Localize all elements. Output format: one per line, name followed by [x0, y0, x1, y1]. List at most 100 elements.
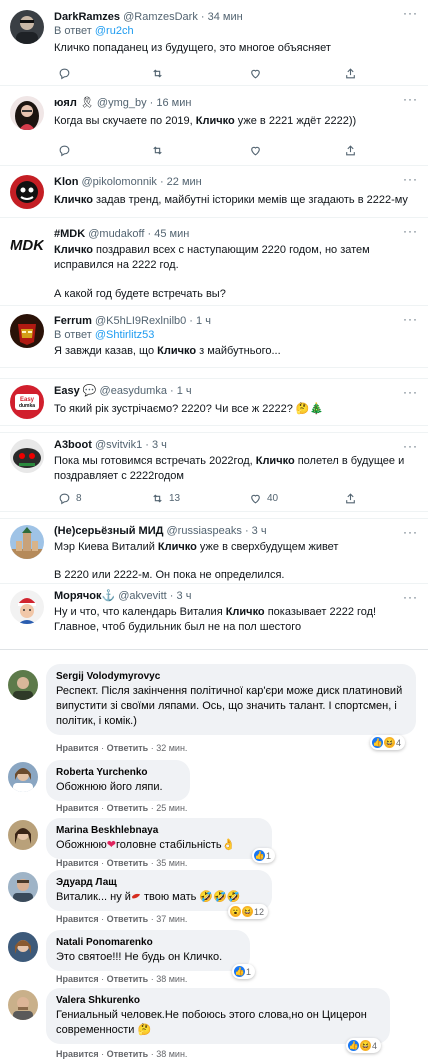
- tweet-author-name[interactable]: Klon: [54, 176, 78, 188]
- avatar[interactable]: [8, 932, 38, 962]
- tweet-time[interactable]: 3 ч: [252, 525, 267, 537]
- tweet-author-name[interactable]: Ferrum: [54, 315, 92, 327]
- more-icon[interactable]: ···: [403, 525, 418, 539]
- reply-button[interactable]: 8: [58, 491, 82, 505]
- avatar[interactable]: [10, 175, 44, 209]
- comment-author-name[interactable]: Natali Ponomarenko: [56, 936, 240, 949]
- tweet-author-name[interactable]: #MDK: [54, 228, 85, 240]
- tweet-time[interactable]: 1 ч: [196, 315, 211, 327]
- tweet-handle[interactable]: @RamzesDark: [123, 11, 198, 23]
- comment-author-name[interactable]: Valera Shkurenko: [56, 994, 380, 1007]
- reply-mention-link[interactable]: @Shtirlitz53: [95, 329, 154, 341]
- tweet[interactable]: Klon @pikolomonnik · 22 мин Кличко задав…: [0, 166, 428, 218]
- tweet-handle[interactable]: @K5hLI9Rexlnilb0: [95, 315, 186, 327]
- reaction-summary[interactable]: 👍 1: [232, 964, 256, 979]
- more-icon[interactable]: ···: [403, 172, 418, 186]
- tweet-author-name[interactable]: Easy: [54, 385, 80, 397]
- like-icon[interactable]: [249, 66, 262, 80]
- avatar[interactable]: [10, 525, 44, 559]
- tweet-time[interactable]: 16 мин: [156, 97, 191, 109]
- reply-link[interactable]: Ответить: [107, 858, 149, 868]
- tweet[interactable]: (Не)серьёзный МИД @russiaspeaks · 3 ч Мэ…: [0, 518, 428, 584]
- reply-link[interactable]: Ответить: [107, 914, 149, 924]
- tweet[interactable]: MDK #MDK @mudakoff · 45 мин Кличко поздр…: [0, 218, 428, 306]
- reaction-summary[interactable]: 👍 😆 4: [370, 735, 406, 750]
- avatar[interactable]: [8, 762, 38, 792]
- more-icon[interactable]: ···: [403, 224, 418, 238]
- tweet-author-name[interactable]: Морячок: [54, 590, 102, 602]
- reply-link[interactable]: Ответить: [107, 803, 149, 813]
- avatar[interactable]: [8, 872, 38, 902]
- tweet-author-name[interactable]: (Не)серьёзный МИД: [54, 525, 163, 537]
- tweet[interactable]: A3boot @svitvik1 · 3 ч Пока мы готовимся…: [0, 432, 428, 512]
- share-icon[interactable]: [344, 491, 357, 505]
- comment-author-name[interactable]: Sergij Volodymyrovyc: [56, 670, 406, 683]
- reply-icon[interactable]: [58, 66, 71, 80]
- tweet-author-name[interactable]: A3boot: [54, 439, 92, 451]
- more-icon[interactable]: ···: [403, 385, 418, 399]
- like-link[interactable]: Нравится: [56, 803, 99, 813]
- like-link[interactable]: Нравится: [56, 914, 99, 924]
- tweet-handle[interactable]: @pikolomonnik: [82, 176, 157, 188]
- tweet-author-name[interactable]: DarkRamzes: [54, 11, 120, 23]
- retweet-icon[interactable]: [151, 143, 164, 157]
- like-link[interactable]: Нравится: [56, 743, 99, 753]
- like-button[interactable]: 40: [249, 491, 278, 505]
- tweet[interactable]: Ferrum @K5hLI9Rexlnilb0 · 1 ч В ответ @S…: [0, 306, 428, 368]
- reply-icon[interactable]: [58, 143, 71, 157]
- more-icon[interactable]: ···: [403, 92, 418, 106]
- avatar[interactable]: [8, 990, 38, 1020]
- tweet-time[interactable]: 34 мин: [208, 11, 243, 23]
- tweet[interactable]: юял 🎗 @ymg_by · 16 мин Когда вы скучаете…: [0, 86, 428, 166]
- reply-link[interactable]: Ответить: [107, 1049, 149, 1059]
- tweet-handle[interactable]: @russiaspeaks: [167, 525, 242, 537]
- tweet[interactable]: Морячок⚓ @akvevitt · 3 ч Ну и что, что к…: [0, 584, 428, 650]
- reply-mention-link[interactable]: @ru2ch: [95, 25, 134, 37]
- comment-time[interactable]: 38 мин.: [156, 974, 187, 984]
- like-link[interactable]: Нравится: [56, 1049, 99, 1059]
- more-icon[interactable]: ···: [403, 312, 418, 326]
- tweet-time[interactable]: 1 ч: [177, 385, 192, 397]
- like-link[interactable]: Нравится: [56, 974, 99, 984]
- reaction-summary[interactable]: 👍 😆 4: [346, 1038, 382, 1053]
- tweet-handle[interactable]: @akvevitt: [118, 590, 166, 602]
- avatar[interactable]: [10, 96, 44, 130]
- avatar[interactable]: [10, 439, 44, 473]
- tweet-time[interactable]: 22 мин: [167, 176, 202, 188]
- tweet-time[interactable]: 3 ч: [177, 590, 192, 602]
- avatar[interactable]: [8, 820, 38, 850]
- tweet-handle[interactable]: @svitvik1: [95, 439, 142, 451]
- avatar[interactable]: [10, 314, 44, 348]
- comment-time[interactable]: 35 мин.: [156, 858, 187, 868]
- tweet-handle[interactable]: @ymg_by: [97, 97, 147, 109]
- reaction-summary[interactable]: 😮 😆 12: [228, 904, 269, 919]
- like-icon[interactable]: [249, 143, 262, 157]
- tweet-handle[interactable]: @easydumka: [100, 385, 167, 397]
- retweet-icon[interactable]: [151, 66, 164, 80]
- tweet-author-name[interactable]: юял: [54, 97, 77, 109]
- more-icon[interactable]: ···: [403, 6, 418, 20]
- comment-author-name[interactable]: Roberta Yurchenko: [56, 766, 180, 779]
- comment-author-name[interactable]: Эдуард Лащ: [56, 876, 262, 889]
- like-link[interactable]: Нравится: [56, 858, 99, 868]
- retweet-button[interactable]: 13: [151, 491, 180, 505]
- tweet-time[interactable]: 45 мин: [154, 228, 189, 240]
- share-icon[interactable]: [344, 143, 357, 157]
- share-icon[interactable]: [344, 66, 357, 80]
- avatar[interactable]: [10, 10, 44, 44]
- more-icon[interactable]: ···: [403, 590, 418, 604]
- avatar[interactable]: Easy dumka: [10, 385, 44, 419]
- tweet-time[interactable]: 3 ч: [152, 439, 167, 451]
- tweet-handle[interactable]: @mudakoff: [88, 228, 144, 240]
- avatar[interactable]: [8, 670, 38, 700]
- more-icon[interactable]: ···: [403, 439, 418, 453]
- avatar[interactable]: [10, 590, 44, 624]
- avatar[interactable]: MDK: [10, 227, 44, 261]
- comment-author-name[interactable]: Marina Beskhlebnaya: [56, 824, 262, 837]
- comment-time[interactable]: 38 мин.: [156, 1049, 187, 1059]
- reply-link[interactable]: Ответить: [107, 743, 149, 753]
- comment-time[interactable]: 32 мин.: [156, 743, 187, 753]
- tweet[interactable]: DarkRamzes @RamzesDark · 34 мин В ответ …: [0, 0, 428, 86]
- tweet[interactable]: Easy dumka Easy 💬 @easydumka · 1 ч То яки…: [0, 378, 428, 426]
- reply-link[interactable]: Ответить: [107, 974, 149, 984]
